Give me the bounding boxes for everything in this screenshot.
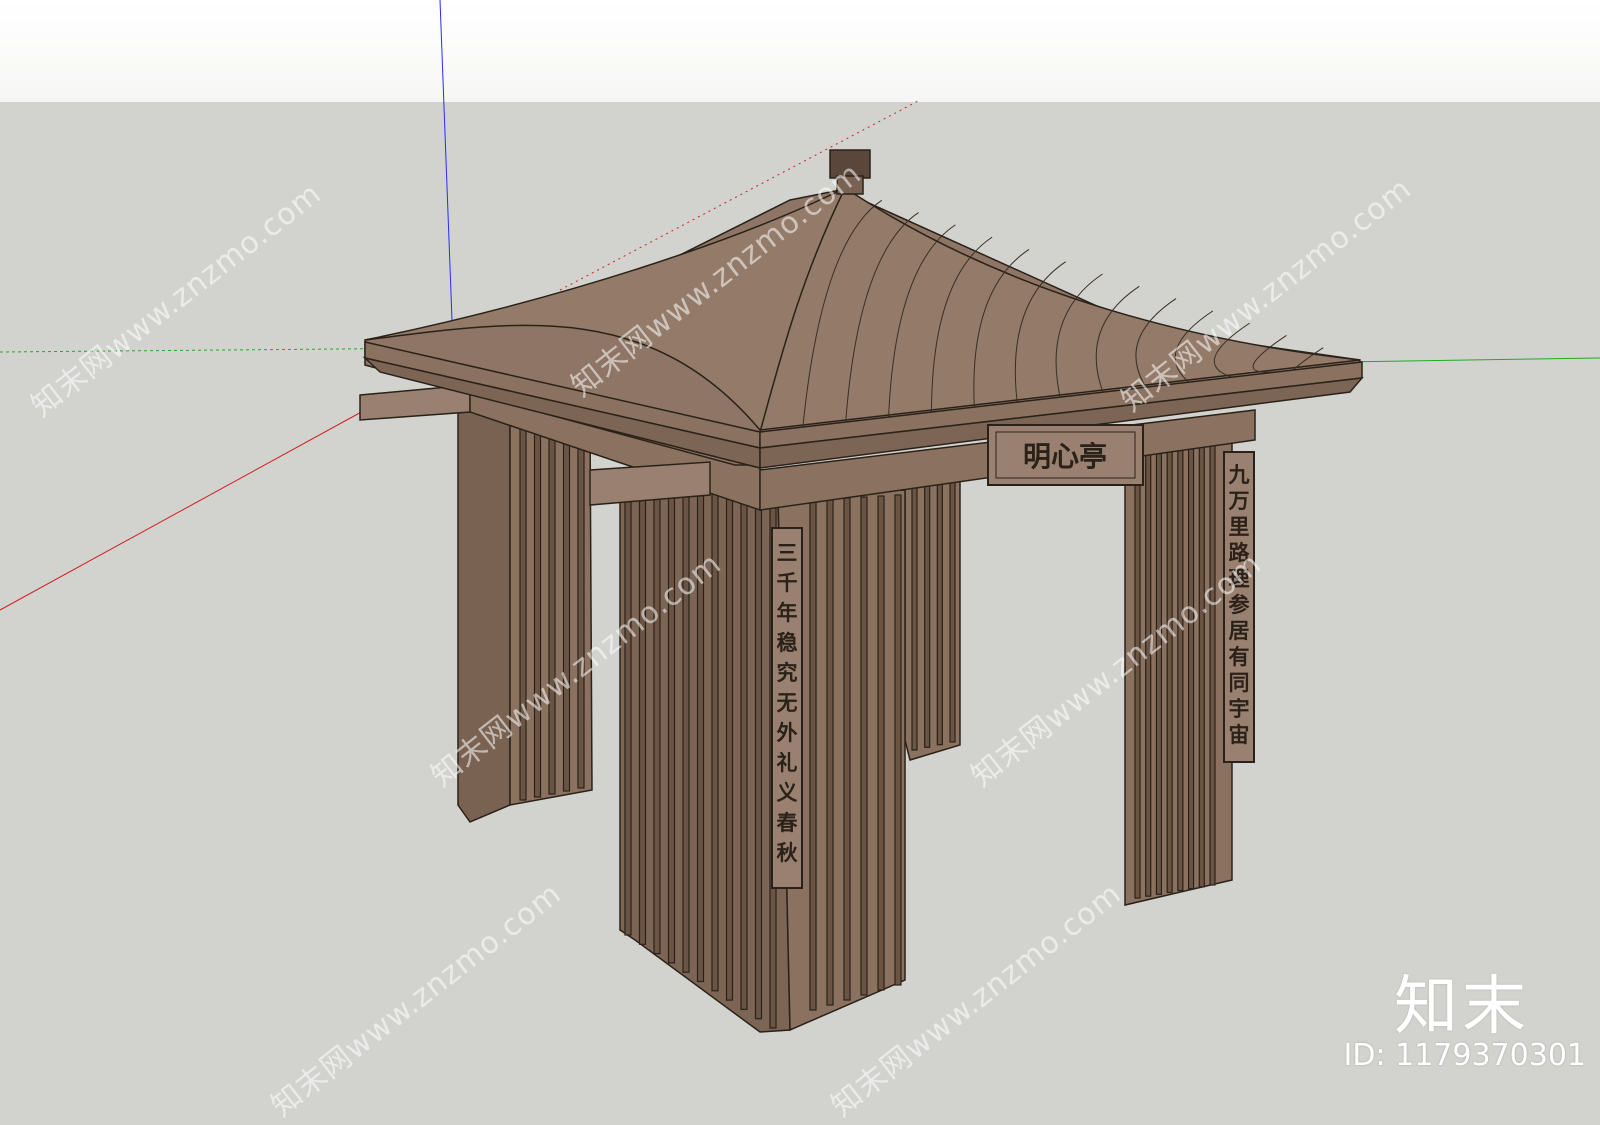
couplet-character: 究	[777, 660, 798, 685]
name-plaque: 明心亭	[987, 424, 1144, 486]
lattice-slat	[1177, 443, 1184, 892]
couplet-character: 有	[1229, 644, 1250, 669]
lattice-slat	[924, 472, 931, 748]
lattice-slat	[533, 418, 542, 798]
couplet-character: 义	[777, 780, 798, 805]
3d-viewport[interactable]: 明心亭 三千年稳究无外礼义春秋 九万里路理参居有同宇宙 知末网www.znzmo…	[0, 0, 1600, 1124]
couplet-board-right: 九万里路理参居有同宇宙	[1223, 451, 1255, 763]
couplet-character: 宙	[1229, 722, 1250, 747]
lattice-slat	[1145, 447, 1152, 897]
lattice-slat	[1187, 442, 1195, 890]
lattice-slat	[1155, 446, 1163, 895]
lattice-slat	[809, 499, 817, 1011]
couplet-character: 年	[777, 600, 798, 625]
couplet-character: 居	[1229, 618, 1250, 643]
lattice-slat	[519, 417, 527, 801]
lattice-slat	[754, 495, 763, 1020]
lattice-slat	[548, 419, 556, 795]
couplet-character: 万	[1228, 488, 1250, 513]
lattice-slat	[638, 490, 647, 945]
lattice-slat	[949, 469, 956, 743]
green-axis-right	[1339, 357, 1600, 363]
lattice-slat	[1209, 439, 1216, 886]
lattice-slat	[936, 471, 943, 746]
column-front-left	[619, 479, 906, 1033]
couplet-character: 稳	[777, 630, 798, 655]
lattice-slat	[1166, 445, 1173, 894]
red-axis	[0, 409, 366, 611]
couplet-character: 里	[1229, 514, 1250, 539]
couplet-character: 春	[777, 810, 799, 835]
couplet-character: 三	[777, 540, 798, 565]
lattice-slat	[740, 495, 748, 1010]
brand-logo: 知末	[1394, 970, 1530, 1044]
blue-axis	[439, 0, 453, 321]
couplet-character: 同	[1229, 670, 1250, 695]
lattice-slat	[562, 420, 571, 792]
lattice-slat	[877, 495, 885, 991]
model-id-label: ID: 1179370301	[1343, 1038, 1586, 1073]
lattice-slat	[860, 496, 868, 996]
lattice-slat	[725, 494, 734, 1001]
couplet-character: 千	[777, 570, 798, 595]
lattice-slat	[577, 421, 585, 789]
couplet-character: 礼	[777, 750, 798, 775]
lattice-slat	[653, 490, 661, 955]
lattice-slat	[843, 497, 851, 1001]
couplet-character: 外	[777, 720, 798, 745]
lattice-slat	[911, 474, 918, 751]
couplet-character: 宇	[1229, 696, 1250, 721]
couplet-character: 无	[777, 690, 798, 715]
plaque-title: 明心亭	[1023, 440, 1107, 473]
couplet-character: 秋	[777, 840, 799, 865]
couplet-character: 九	[1228, 462, 1250, 487]
lattice-slat	[1198, 440, 1205, 888]
lattice-slat	[826, 498, 834, 1006]
couplet-board-left: 三千年稳究无外礼义春秋	[771, 527, 803, 889]
column-back-right	[904, 469, 961, 761]
pavilion-model[interactable]: 明心亭 三千年稳究无外礼义春秋 九万里路理参居有同宇宙	[0, 0, 1600, 1095]
lattice-slat	[894, 494, 902, 986]
lattice-slat	[624, 489, 632, 936]
